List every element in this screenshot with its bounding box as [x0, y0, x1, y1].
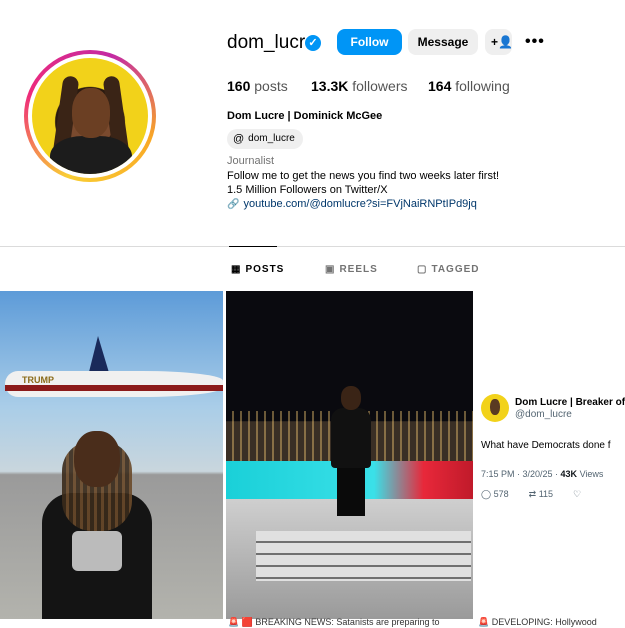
post2-legs — [337, 466, 365, 516]
following-stat[interactable]: 164 following — [428, 78, 510, 94]
post2-person — [331, 386, 371, 516]
post1-shirt-graphic — [72, 531, 122, 571]
avatar-face — [72, 88, 110, 138]
followers-count: 13.3K — [311, 78, 349, 94]
active-tab-indicator — [229, 246, 277, 247]
reels-icon: ▣ — [325, 264, 336, 275]
profile-username: dom_lucre — [227, 32, 316, 53]
plane-stripe — [5, 385, 223, 391]
threads-badge[interactable]: @ dom_lucre — [227, 129, 303, 149]
tab-tagged-label: TAGGED — [431, 264, 480, 275]
tweet-reposts-count: 115 — [538, 489, 554, 499]
bio-link[interactable]: 🔗 youtube.com/@domlucre?si=FVjNaiRNPtIPd… — [227, 198, 477, 210]
more-icon: ••• — [525, 33, 545, 50]
follow-button[interactable]: Follow — [337, 29, 402, 55]
following-label: following — [455, 78, 510, 94]
add-user-icon: +👤 — [491, 35, 513, 49]
plane-text: TRUMP — [22, 375, 54, 385]
tab-reels[interactable]: ▣ REELS — [325, 264, 378, 275]
tweet-time: 7:15 PM · 3/20/25 · — [481, 469, 561, 479]
tab-posts-label: POSTS — [245, 264, 285, 275]
tweet-reposts: ⇄ 115 — [529, 489, 553, 500]
profile-full-name: Dom Lucre | Dominick McGee — [227, 110, 383, 122]
tab-posts[interactable]: ▦ POSTS — [231, 264, 284, 275]
tweet-meta: 7:15 PM · 3/20/25 · 43K Views — [481, 469, 603, 479]
avatar-border — [28, 54, 152, 178]
tweet-author-name: Dom Lucre | Breaker of N — [515, 397, 625, 408]
reply-icon: ◯ — [481, 489, 492, 499]
link-icon: 🔗 — [227, 198, 240, 210]
more-options-button[interactable]: ••• — [519, 30, 545, 54]
grid-icon: ▦ — [231, 264, 242, 275]
posts-label: posts — [254, 78, 288, 94]
post1-person — [42, 431, 152, 619]
suggest-user-button[interactable]: +👤 — [485, 29, 513, 55]
post-thumbnail-2[interactable] — [226, 291, 473, 619]
avatar[interactable] — [32, 58, 148, 174]
posts-count: 160 — [227, 78, 251, 94]
tweet-views-count: 43K — [560, 469, 578, 479]
avatar-body — [50, 136, 132, 174]
bio-link-text[interactable]: youtube.com/@domlucre?si=FVjNaiRNPtIPd9j… — [243, 198, 476, 210]
bio-line-1: Follow me to get the news you find two w… — [227, 170, 500, 182]
tab-reels-label: REELS — [339, 264, 378, 275]
threads-icon: @ — [233, 133, 245, 145]
tweet-likes: ♡ — [573, 489, 581, 500]
posts-stat: 160 posts — [227, 78, 288, 94]
post-thumbnail-5-caption[interactable]: 🚨 🟥 BREAKING NEWS: Satanists are prepari… — [228, 617, 473, 628]
threads-handle: dom_lucre — [248, 133, 295, 144]
tweet-replies: ◯ 578 — [481, 489, 509, 500]
plane-tail — [88, 336, 110, 376]
tweet-views-label: Views — [579, 469, 604, 479]
post2-stairs — [256, 531, 471, 581]
repost-icon: ⇄ — [528, 489, 537, 499]
post1-head — [74, 431, 120, 487]
followers-stat[interactable]: 13.3K followers — [311, 78, 408, 94]
tweet-author-handle: @dom_lucre — [515, 409, 572, 420]
tagged-icon: ▢ — [417, 264, 428, 275]
post2-head — [341, 386, 361, 410]
profile-category: Journalist — [227, 155, 275, 167]
tweet-replies-count: 578 — [493, 489, 509, 499]
post-thumbnail-1[interactable]: TRUMP — [0, 291, 223, 619]
tweet-avatar — [481, 394, 509, 422]
post-thumbnail-6-caption[interactable]: 🚨 DEVELOPING: Hollywood — [478, 617, 625, 628]
profile-divider — [0, 246, 625, 247]
post2-torso — [331, 408, 371, 468]
following-count: 164 — [428, 78, 452, 94]
heart-icon: ♡ — [573, 489, 582, 499]
tab-tagged[interactable]: ▢ TAGGED — [417, 264, 480, 275]
tweet-actions: ◯ 578 ⇄ 115 ♡ — [481, 489, 581, 500]
followers-label: followers — [352, 78, 408, 94]
post-thumbnail-3[interactable]: Dom Lucre | Breaker of N @dom_lucre What… — [476, 291, 625, 619]
bio-line-2: 1.5 Million Followers on Twitter/X — [227, 184, 388, 196]
message-button[interactable]: Message — [408, 29, 478, 55]
verified-badge-icon: ✓ — [305, 35, 321, 51]
profile-avatar-ring[interactable] — [24, 50, 156, 182]
tweet-text: What have Democrats done f — [481, 440, 611, 451]
